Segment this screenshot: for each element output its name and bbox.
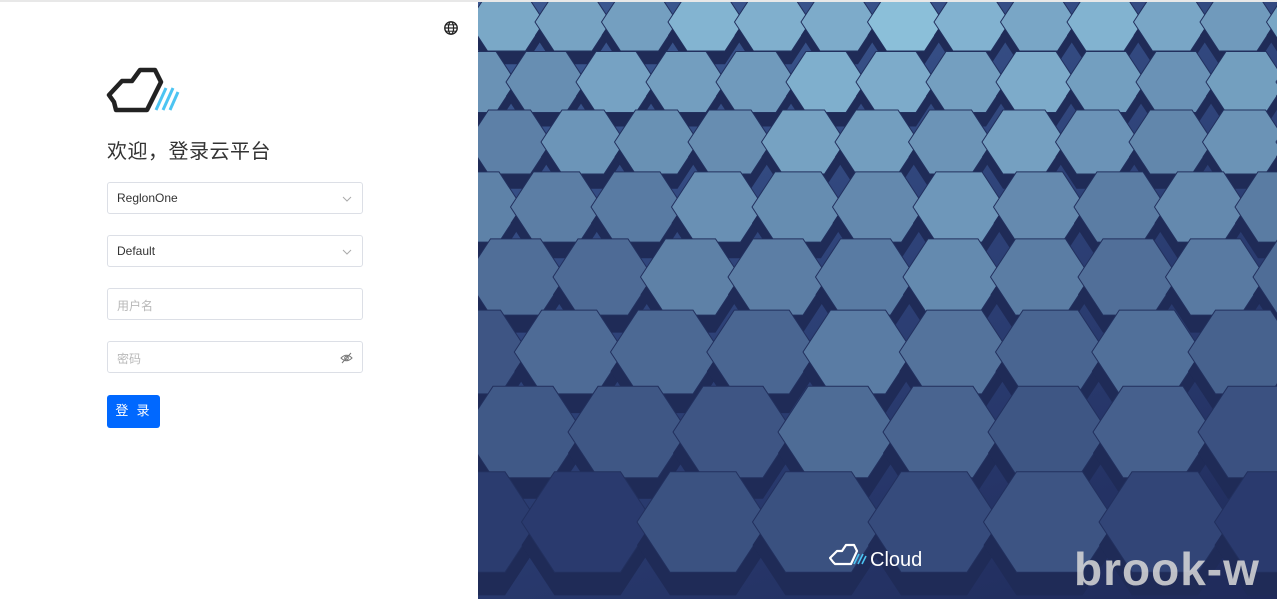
domain-select-value: Default xyxy=(117,244,156,258)
domain-select[interactable]: Default xyxy=(107,235,363,267)
login-button[interactable]: 登 录 xyxy=(107,395,160,428)
login-panel: 欢迎，登录云平台 ReglonOne Default 用户名 密码 登 录 xyxy=(0,2,478,599)
password-input[interactable]: 密码 xyxy=(107,341,363,373)
eye-off-icon[interactable] xyxy=(340,352,353,364)
brand-name: Cloud xyxy=(870,549,923,571)
region-select[interactable]: ReglonOne xyxy=(107,182,363,214)
region-select-value: ReglonOne xyxy=(117,191,178,205)
hexagon-pattern xyxy=(478,2,1277,596)
username-input[interactable]: 用户名 xyxy=(107,288,363,320)
chevron-down-icon xyxy=(342,249,352,255)
banner-image: Cloud brook-w xyxy=(478,2,1277,599)
globe-icon[interactable] xyxy=(443,20,459,36)
welcome-title: 欢迎，登录云平台 xyxy=(107,139,271,163)
password-placeholder: 密码 xyxy=(117,352,142,366)
chevron-down-icon xyxy=(342,196,352,202)
cloud-logo-icon xyxy=(106,67,180,113)
username-placeholder: 用户名 xyxy=(117,299,154,313)
cloud-brand-icon xyxy=(829,543,867,566)
watermark-text: brook-w xyxy=(1074,543,1260,595)
